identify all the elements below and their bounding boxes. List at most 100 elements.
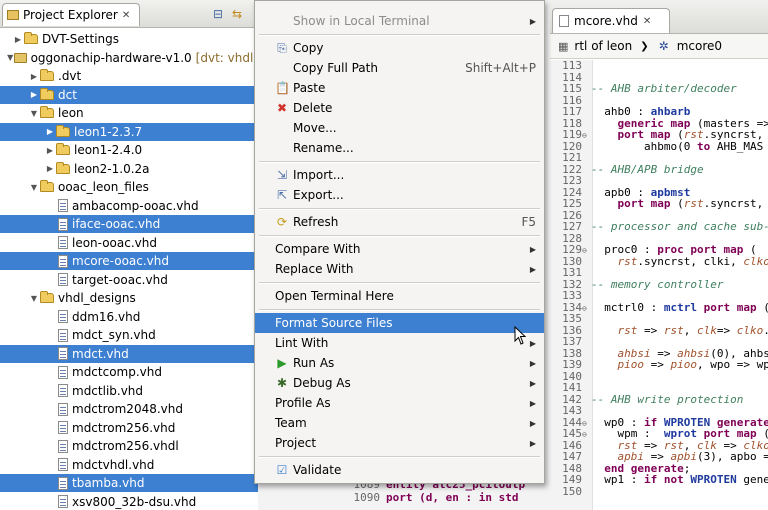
- tree-folder-item[interactable]: ▶ leon2-1.0.2a: [0, 160, 258, 178]
- menu-item-format-source-files[interactable]: Format Source Files: [255, 313, 544, 333]
- code-text: rst => rst, clk=> clko.c: [617, 323, 768, 337]
- tree-folder-item[interactable]: ▼ leon: [0, 104, 258, 122]
- tree-file-item[interactable]: mdctcomp.vhd: [0, 363, 258, 381]
- breadcrumb-architecture[interactable]: rtl of leon: [574, 39, 632, 53]
- tree-file-item[interactable]: iface-ooac.vhd: [0, 215, 258, 233]
- tree-folder-item[interactable]: ▼ oggonachip-hardware-v1.0 [dvt: vhdl]: [0, 49, 258, 67]
- menu-item-label: Profile As: [275, 396, 331, 410]
- menu-item-move[interactable]: Move...: [255, 118, 544, 138]
- menu-item-debug-as[interactable]: ✱ Debug As ▶: [255, 373, 544, 393]
- close-tab-icon[interactable]: ✕: [122, 10, 130, 21]
- tree-file-item[interactable]: xsv800_32b-dsu.vhd: [0, 493, 258, 510]
- code-line: 132 -- memory controller: [550, 278, 768, 291]
- menu-separator: [259, 161, 540, 163]
- collapsed-chevron-icon[interactable]: ▶: [28, 72, 40, 81]
- menu-item-paste[interactable]: 📋 Paste: [255, 78, 544, 98]
- menu-item-profile-as[interactable]: Profile As ▶: [255, 393, 544, 413]
- collapsed-chevron-icon[interactable]: ▶: [44, 146, 56, 155]
- tree-folder-item[interactable]: ▶ .dvt: [0, 67, 258, 85]
- tree-item-label: mdctrom256.vhd: [72, 420, 176, 435]
- expanded-chevron-icon[interactable]: ▼: [28, 294, 40, 303]
- tree-file-item[interactable]: mdct.vhd: [0, 344, 258, 363]
- menu-item-copy-full-path[interactable]: Copy Full Path Shift+Alt+P: [255, 58, 544, 78]
- menu-item-label: Lint With: [275, 336, 329, 350]
- project-explorer-tab[interactable]: Project Explorer ✕: [2, 3, 140, 26]
- collapsed-chevron-icon[interactable]: ▶: [44, 164, 56, 173]
- menu-separator: [259, 235, 540, 237]
- menu-accelerator: Shift+Alt+P: [465, 61, 536, 75]
- breadcrumb-instance[interactable]: mcore0: [677, 39, 722, 53]
- debug-icon: ✱: [276, 376, 288, 390]
- collapsed-chevron-icon[interactable]: ▶: [44, 127, 56, 136]
- code-text: -- AHB/APB bridge: [591, 162, 704, 176]
- tree-folder-item[interactable]: ▶ dct: [0, 85, 258, 104]
- menu-item-label: Run As: [293, 356, 335, 370]
- menu-item-label: Team: [275, 416, 307, 430]
- project-explorer-panel: Project Explorer ✕ ⊟ ⇆ ▶ DVT-Settings ▼ ogg…: [0, 0, 258, 510]
- tree-file-item[interactable]: mdctrom256.vhdl: [0, 437, 258, 455]
- menu-item-copy[interactable]: ⎘ Copy: [255, 38, 544, 58]
- tree-file-item[interactable]: mdctrom256.vhd: [0, 419, 258, 437]
- project-icon: [13, 52, 27, 63]
- tree-file-item[interactable]: mdctvhdl.vhd: [0, 456, 258, 474]
- menu-item-label: Replace With: [275, 262, 354, 276]
- vhdl-file-icon: [58, 476, 68, 490]
- tree-folder-item[interactable]: ▶ DVT-Settings: [0, 30, 258, 48]
- menu-item-rename[interactable]: Rename...: [255, 138, 544, 158]
- tree-file-item[interactable]: mcore-ooac.vhd: [0, 252, 258, 270]
- code-line: 122 -- AHB/APB bridge: [550, 162, 768, 176]
- tree-item-label: ddm16.vhd: [72, 309, 141, 324]
- submenu-arrow-icon: ▶: [529, 378, 536, 388]
- menu-item-open-terminal-here[interactable]: Open Terminal Here: [255, 286, 544, 306]
- submenu-arrow-icon: ▶: [529, 418, 536, 428]
- tree-item-label: tbamba.vhd: [72, 476, 145, 490]
- menu-item-compare-with[interactable]: Compare With ▶: [255, 239, 544, 259]
- close-tab-icon[interactable]: ✕: [643, 16, 651, 27]
- tree-file-item[interactable]: mdctrom2048.vhd: [0, 400, 258, 418]
- tree-item-label: leon1-2.3.7: [74, 124, 143, 139]
- tree-folder-item[interactable]: ▶ leon1-2.4.0: [0, 141, 258, 159]
- paste-icon: 📋: [275, 81, 290, 95]
- tree-folder-item[interactable]: ▼ ooac_leon_files: [0, 178, 258, 196]
- menu-item-refresh[interactable]: ⟳ Refresh F5: [255, 212, 544, 232]
- menu-item-delete[interactable]: ✖ Delete: [255, 98, 544, 118]
- breadcrumb-chevron-icon: ❯: [640, 40, 649, 52]
- expanded-chevron-icon[interactable]: ▼: [28, 183, 40, 192]
- explorer-view-icon: [7, 10, 19, 20]
- menu-item-project[interactable]: Project ▶: [255, 433, 544, 453]
- tree-item-label: DVT-Settings: [42, 32, 120, 46]
- vhdl-file-icon: [58, 273, 68, 286]
- tree-folder-item[interactable]: ▶ leon1-2.3.7: [0, 122, 258, 141]
- menu-item-replace-with[interactable]: Replace With ▶: [255, 259, 544, 279]
- menu-item-import[interactable]: ⇲ Import...: [255, 165, 544, 185]
- collapsed-chevron-icon[interactable]: ▶: [12, 35, 24, 44]
- menu-item-run-as[interactable]: ▶ Run As ▶: [255, 353, 544, 373]
- tree-file-item[interactable]: ambacomp-ooac.vhd: [0, 197, 258, 215]
- folder-icon: [40, 291, 54, 303]
- collapsed-chevron-icon[interactable]: ▶: [28, 90, 40, 99]
- tree-file-item[interactable]: tbamba.vhd: [0, 474, 258, 492]
- menu-item-lint-with[interactable]: Lint With ▶: [255, 333, 544, 353]
- tree-file-item[interactable]: ddm16.vhd: [0, 308, 258, 326]
- expanded-chevron-icon[interactable]: ▼: [28, 109, 40, 118]
- folder-icon: [56, 143, 70, 155]
- tree-file-item[interactable]: target-ooac.vhd: [0, 271, 258, 289]
- vhdl-file-icon: [58, 254, 68, 268]
- editor-tab-mcore[interactable]: mcore.vhd ✕: [552, 8, 670, 33]
- collapse-all-icon[interactable]: ⊟: [213, 7, 223, 21]
- tree-file-item[interactable]: mdctlib.vhd: [0, 382, 258, 400]
- menu-item-team[interactable]: Team ▶: [255, 413, 544, 433]
- menu-item-label: Validate: [293, 463, 342, 477]
- code-text: -- AHB arbiter/decoder: [591, 82, 737, 95]
- menu-item-validate[interactable]: ☑ Validate: [255, 460, 544, 480]
- code-text: rst.syncrst, clki, clko,: [617, 254, 768, 268]
- tree-folder-item[interactable]: ▼ vhdl_designs: [0, 289, 258, 307]
- tree-file-item[interactable]: leon-ooac.vhd: [0, 234, 258, 252]
- tree-item-label: ooac_leon_files: [58, 180, 149, 194]
- menu-item-export[interactable]: ⇱ Export...: [255, 185, 544, 205]
- expanded-chevron-icon[interactable]: ▼: [7, 53, 14, 62]
- tree-file-item[interactable]: mdct_syn.vhd: [0, 326, 258, 344]
- tree-item-label: ambacomp-ooac.vhd: [72, 198, 199, 213]
- tree-item-label: .dvt: [58, 69, 82, 83]
- link-with-editor-icon[interactable]: ⇆: [232, 7, 242, 21]
